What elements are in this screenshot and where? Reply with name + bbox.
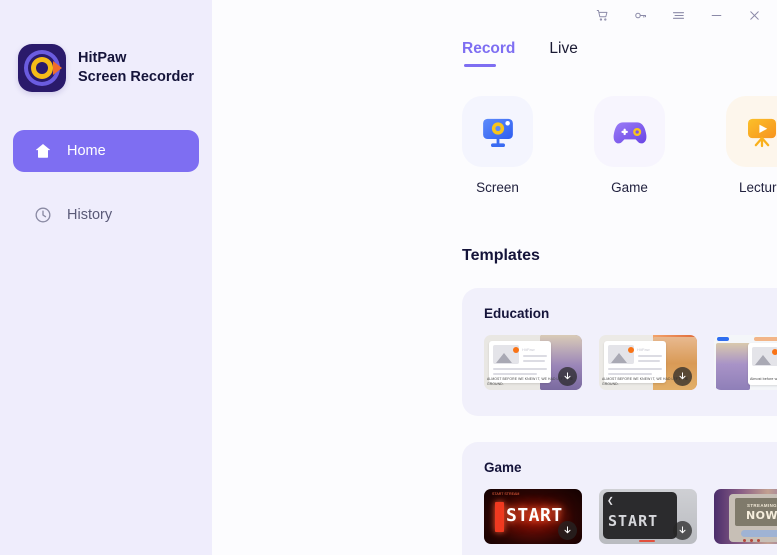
template-thumbnails-education: HitPaw ALMOST BEFORE WE KNEW IT, WE HAD … [484,335,777,390]
template-item[interactable]: ❮ START [599,489,697,544]
template-subtitle: STREAMING [747,503,777,508]
template-title: START [608,512,659,530]
mode-game-label: Game [611,180,648,195]
cart-icon[interactable] [593,6,611,24]
mode-lecture-label: Lecture [738,180,777,195]
brand-name-line2: Screen Recorder [78,69,195,85]
download-icon[interactable] [673,367,692,386]
home-icon [33,141,53,161]
mode-game[interactable]: Game [594,96,665,195]
titlebar [593,0,777,30]
clock-icon [33,205,53,225]
menu-icon[interactable] [669,6,687,24]
template-section-game: Game More START STREAM START ❮ [462,442,777,555]
mode-lecture[interactable]: Lecture [726,96,777,195]
easel-play-icon [726,96,777,167]
template-item[interactable]: START STREAM START [484,489,582,544]
mode-screen[interactable]: Screen [462,96,533,195]
sidebar-item-history-label: History [67,207,113,223]
template-item[interactable]: HitPaw ALMOST BEFORE WE KNEW IT, WE HAD … [484,335,582,390]
template-tag: START STREAM [492,492,520,496]
template-thumbnails-game: START STREAM START ❮ START STREAMING NOW [484,489,777,544]
main-content: Record Live Screen Game Lectur Templates… [212,0,777,555]
minimize-icon[interactable] [707,6,725,24]
app-logo-icon [18,44,66,92]
section-title-education: Education [484,306,550,321]
download-icon[interactable] [673,521,692,540]
sidebar-item-home-label: Home [67,143,106,159]
template-item[interactable]: HitPaw ALMOST BEFORE WE KNEW IT, WE HAD … [599,335,697,390]
tab-live[interactable]: Live [549,40,577,67]
page-title-templates: Templates [462,247,540,264]
download-icon[interactable] [558,521,577,540]
sidebar: HitPaw Screen Recorder Home History [0,0,212,555]
app-window: HitPaw Screen Recorder Home History Reco… [0,0,777,555]
monitor-icon [462,96,533,167]
brand: HitPaw Screen Recorder [0,0,212,92]
section-title-game: Game [484,460,522,475]
share-icon: ❮ [607,496,614,505]
record-modes: Screen Game Lectur [462,96,777,195]
template-title: START [506,505,563,526]
brand-name-line1: HitPaw [78,50,127,67]
sidebar-nav: Home History [0,130,212,236]
mode-tabs: Record Live [462,40,578,67]
template-section-education: Education More HitPaw ALMOST BEFORE W [462,288,777,416]
template-item[interactable]: HitPaw Almost before we had left the [714,335,777,390]
tab-record[interactable]: Record [462,40,515,67]
template-title: NOW [746,509,777,522]
sidebar-item-history[interactable]: History [13,194,199,236]
close-icon[interactable] [745,6,763,24]
download-icon[interactable] [558,367,577,386]
mode-screen-label: Screen [476,180,519,195]
gamepad-icon [594,96,665,167]
template-caption: Almost before we had left the [750,376,777,381]
sidebar-item-home[interactable]: Home [13,130,199,172]
key-icon[interactable] [631,6,649,24]
template-item[interactable]: STREAMING NOW [714,489,777,544]
